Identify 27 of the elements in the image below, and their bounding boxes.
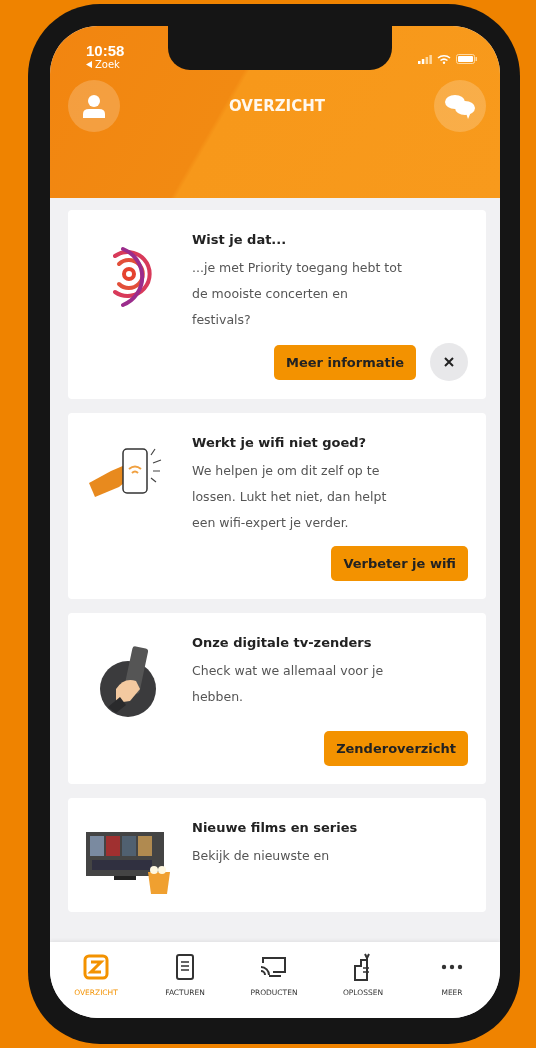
- document-icon: [175, 953, 195, 981]
- page-title: OVERZICHT: [229, 97, 325, 115]
- card-text: We helpen je om dit zelf op te lossen. Lukt het niet, dan helpt een wifi-expert je verder.: [192, 462, 388, 532]
- signal-icon: [418, 54, 432, 64]
- person-icon: [82, 94, 106, 118]
- card-action-button[interactable]: Meer informatie: [273, 344, 416, 380]
- cast-icon: [259, 955, 289, 979]
- card-title: Onze digitale tv-zenders: [192, 635, 373, 650]
- close-icon: [444, 357, 454, 367]
- card-text: ...je met Priority toegang hebt tot de mooiste concerten en festivals?: [192, 259, 403, 329]
- card-text: Bekijk de nieuwste en: [192, 847, 331, 865]
- chat-button[interactable]: [434, 80, 486, 132]
- chat-bubbles-icon: [444, 93, 476, 119]
- more-icon: [441, 964, 463, 970]
- wifi-icon: [437, 54, 451, 64]
- card-title: Nieuwe films en series: [192, 820, 359, 835]
- card-action-button[interactable]: Verbeter je wifi: [331, 546, 468, 581]
- status-time: 10:58: [86, 42, 125, 59]
- card-action-button[interactable]: Zenderoverzicht: [324, 731, 468, 766]
- profile-button[interactable]: [68, 80, 120, 132]
- card-title: Werkt je wifi niet goed?: [192, 435, 368, 450]
- back-icon: [86, 61, 92, 68]
- close-button[interactable]: [430, 343, 468, 381]
- logo-icon: [83, 954, 109, 980]
- card-title: Wist je dat...: [192, 232, 288, 247]
- card-text: Check wat we allemaal voor je hebben.: [192, 662, 385, 706]
- battery-icon: [456, 54, 478, 64]
